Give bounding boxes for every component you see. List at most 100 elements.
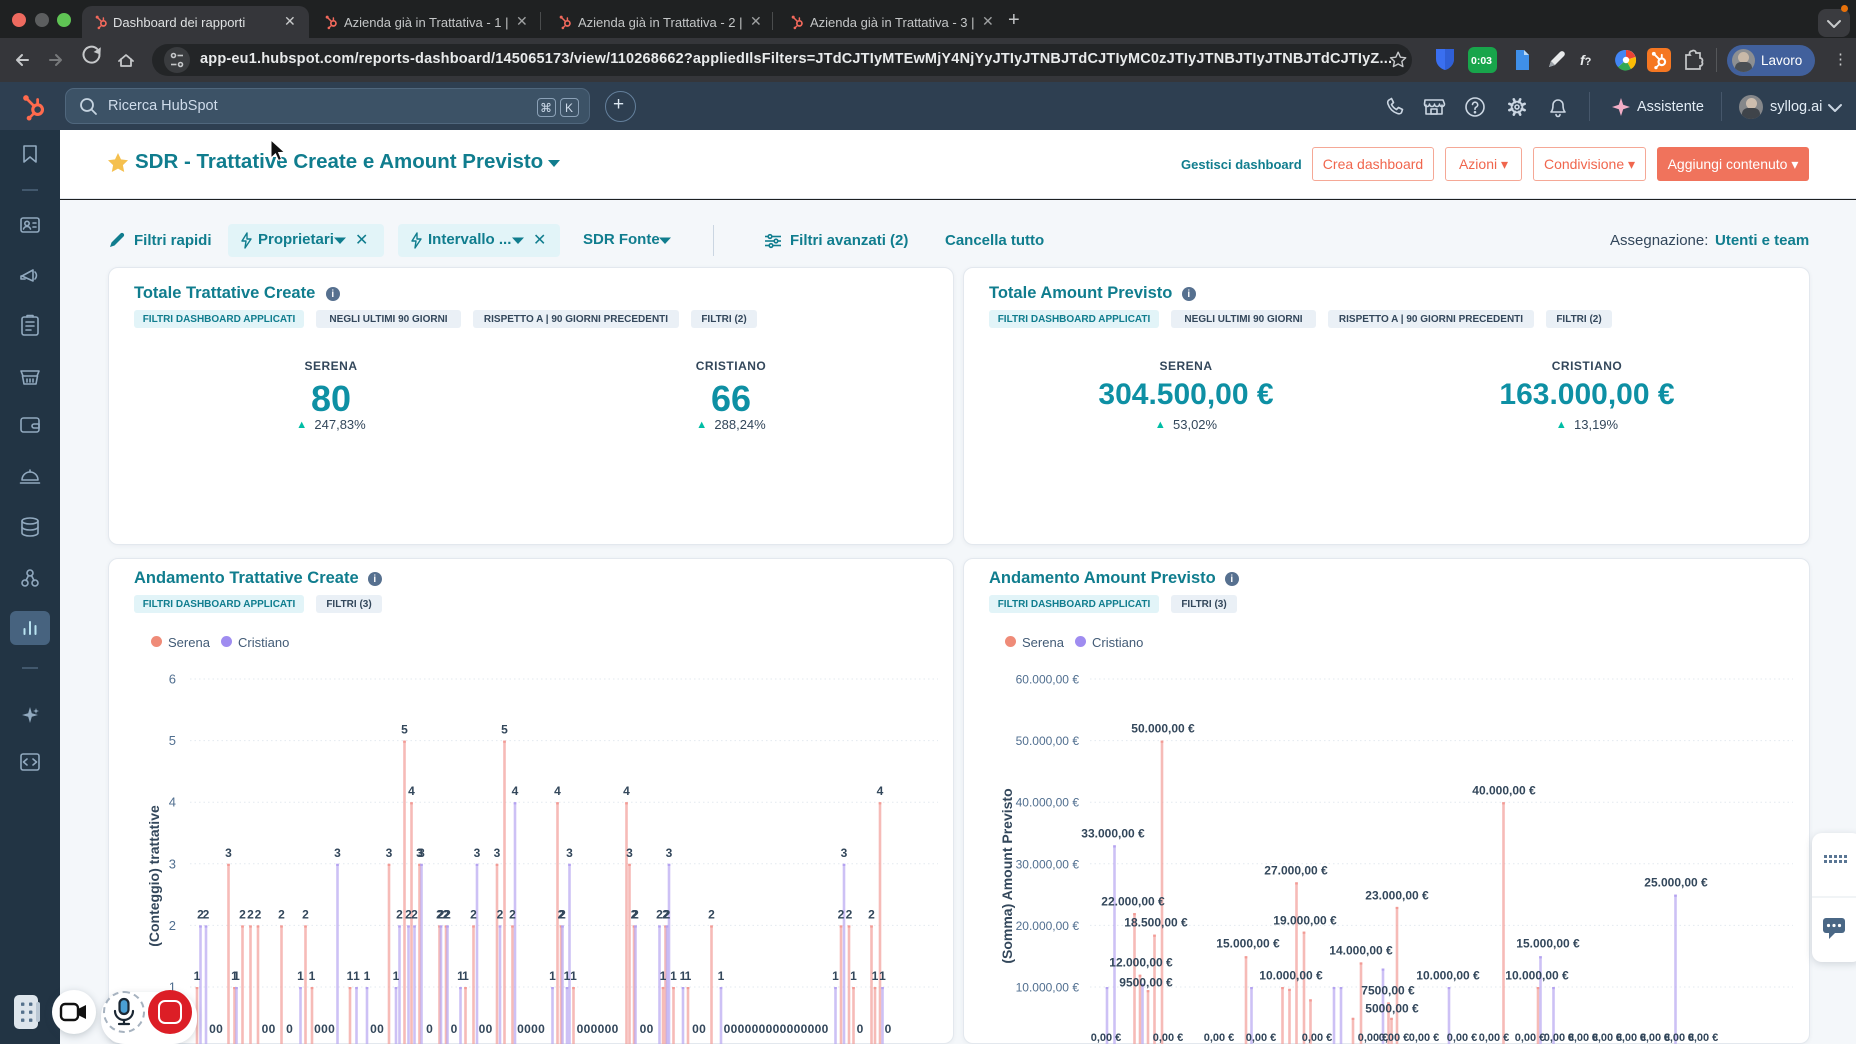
- svg-text:2: 2: [846, 907, 853, 921]
- svg-text:50.000,00 €: 50.000,00 €: [1016, 734, 1080, 748]
- svg-text:2: 2: [203, 907, 210, 921]
- svg-text:1: 1: [570, 969, 577, 983]
- svg-text:27.000,00 €: 27.000,00 €: [1264, 864, 1328, 878]
- svg-text:0: 0: [286, 1022, 293, 1036]
- svg-text:5: 5: [169, 733, 176, 748]
- svg-text:0: 0: [857, 1022, 864, 1036]
- svg-text:2: 2: [396, 907, 403, 921]
- svg-text:18.500,00 €: 18.500,00 €: [1124, 916, 1188, 930]
- svg-text:10.000,00 €: 10.000,00 €: [1259, 969, 1323, 983]
- svg-text:15.000,00 €: 15.000,00 €: [1516, 937, 1580, 951]
- svg-text:0: 0: [328, 1022, 335, 1036]
- svg-text:0: 0: [612, 1022, 619, 1036]
- svg-text:9500,00 €: 9500,00 €: [1119, 976, 1173, 990]
- svg-text:0: 0: [759, 1022, 766, 1036]
- svg-text:0: 0: [598, 1022, 605, 1036]
- svg-text:2: 2: [169, 918, 176, 933]
- svg-text:4: 4: [512, 784, 519, 798]
- svg-text:1: 1: [297, 969, 304, 983]
- svg-text:3: 3: [418, 846, 425, 860]
- svg-text:0,00 €: 0,00 €: [1447, 1032, 1478, 1044]
- svg-text:0,00 €: 0,00 €: [1204, 1032, 1235, 1044]
- svg-text:0: 0: [584, 1022, 591, 1036]
- svg-text:2: 2: [708, 907, 715, 921]
- svg-text:0,00 €: 0,00 €: [1302, 1032, 1333, 1044]
- svg-text:19.000,00 €: 19.000,00 €: [1273, 914, 1337, 928]
- svg-text:0: 0: [766, 1022, 773, 1036]
- svg-text:0,00 €: 0,00 €: [1091, 1032, 1122, 1044]
- svg-text:2: 2: [509, 907, 516, 921]
- svg-text:3: 3: [841, 846, 848, 860]
- svg-text:0: 0: [377, 1022, 384, 1036]
- svg-text:12.000,00 €: 12.000,00 €: [1109, 956, 1173, 970]
- svg-text:0,00 €: 0,00 €: [1515, 1032, 1546, 1044]
- svg-text:23.000,00 €: 23.000,00 €: [1365, 889, 1429, 903]
- svg-text:50.000,00 €: 50.000,00 €: [1131, 722, 1195, 736]
- svg-text:0,00 €: 0,00 €: [1479, 1032, 1510, 1044]
- svg-text:0: 0: [269, 1022, 276, 1036]
- svg-text:0: 0: [787, 1022, 794, 1036]
- svg-text:0: 0: [801, 1022, 808, 1036]
- svg-text:0,00 €: 0,00 €: [1409, 1032, 1440, 1044]
- svg-text:0: 0: [815, 1022, 822, 1036]
- svg-text:0: 0: [479, 1022, 486, 1036]
- svg-text:3: 3: [386, 846, 393, 860]
- svg-text:60.000,00 €: 60.000,00 €: [1016, 673, 1080, 687]
- svg-text:0: 0: [314, 1022, 321, 1036]
- svg-text:1: 1: [309, 969, 316, 983]
- svg-text:0: 0: [524, 1022, 531, 1036]
- svg-text:2: 2: [255, 907, 262, 921]
- svg-text:14.000,00 €: 14.000,00 €: [1329, 944, 1393, 958]
- svg-text:1: 1: [670, 969, 677, 983]
- svg-text:1: 1: [872, 969, 879, 983]
- svg-text:1: 1: [364, 969, 371, 983]
- svg-text:0: 0: [731, 1022, 738, 1036]
- svg-text:3: 3: [225, 846, 232, 860]
- svg-text:3: 3: [626, 846, 633, 860]
- svg-text:2: 2: [632, 907, 639, 921]
- svg-text:2: 2: [239, 907, 246, 921]
- svg-text:0: 0: [531, 1022, 538, 1036]
- svg-text:5: 5: [501, 723, 508, 737]
- svg-text:1: 1: [879, 969, 886, 983]
- svg-text:0: 0: [647, 1022, 654, 1036]
- svg-text:0: 0: [724, 1022, 731, 1036]
- svg-text:15.000,00 €: 15.000,00 €: [1216, 937, 1280, 951]
- svg-text:1: 1: [850, 969, 857, 983]
- svg-text:0: 0: [486, 1022, 493, 1036]
- svg-text:30.000,00 €: 30.000,00 €: [1016, 857, 1080, 871]
- svg-text:10.000,00 €: 10.000,00 €: [1016, 981, 1080, 995]
- svg-text:0: 0: [591, 1022, 598, 1036]
- svg-text:0: 0: [605, 1022, 612, 1036]
- svg-text:4: 4: [623, 784, 630, 798]
- svg-text:10.000,00 €: 10.000,00 €: [1505, 969, 1569, 983]
- svg-text:2: 2: [444, 907, 451, 921]
- svg-text:2: 2: [559, 907, 566, 921]
- svg-text:0: 0: [752, 1022, 759, 1036]
- svg-text:3: 3: [474, 846, 481, 860]
- svg-text:5: 5: [401, 723, 408, 737]
- svg-text:2: 2: [302, 907, 309, 921]
- svg-text:0: 0: [773, 1022, 780, 1036]
- svg-text:0,00 €: 0,00 €: [1379, 1032, 1410, 1044]
- svg-text:0: 0: [262, 1022, 269, 1036]
- svg-text:1: 1: [549, 969, 556, 983]
- svg-text:1: 1: [233, 969, 240, 983]
- svg-text:0: 0: [321, 1022, 328, 1036]
- svg-text:3: 3: [334, 846, 341, 860]
- svg-text:22.000,00 €: 22.000,00 €: [1101, 895, 1165, 909]
- svg-text:3: 3: [566, 846, 573, 860]
- svg-text:0: 0: [738, 1022, 745, 1036]
- svg-text:4: 4: [408, 784, 415, 798]
- svg-text:1: 1: [660, 969, 667, 983]
- svg-text:5000,00 €: 5000,00 €: [1365, 1002, 1419, 1016]
- svg-text:0,00 €: 0,00 €: [1688, 1032, 1719, 1044]
- svg-text:1: 1: [718, 969, 725, 983]
- svg-text:0: 0: [370, 1022, 377, 1036]
- svg-text:2: 2: [868, 907, 875, 921]
- svg-text:0: 0: [209, 1022, 216, 1036]
- svg-text:10.000,00 €: 10.000,00 €: [1416, 969, 1480, 983]
- svg-text:20.000,00 €: 20.000,00 €: [1016, 919, 1080, 933]
- svg-text:4: 4: [169, 795, 176, 810]
- svg-text:1: 1: [393, 969, 400, 983]
